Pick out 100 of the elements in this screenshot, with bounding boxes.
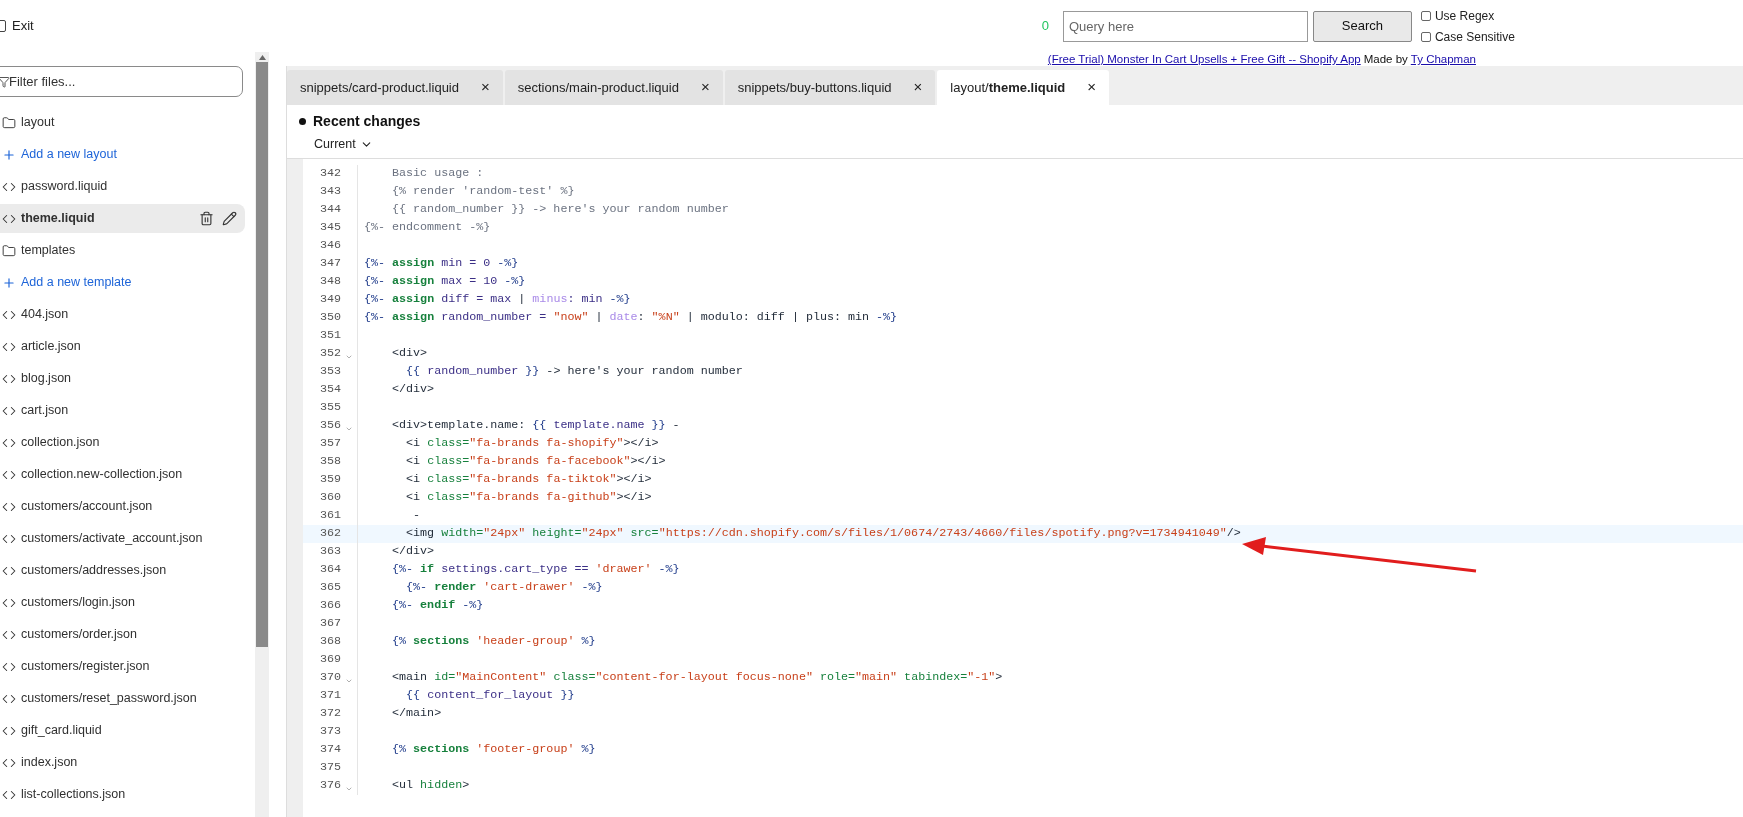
version-dropdown[interactable]: Current — [314, 135, 373, 154]
file-tree-item[interactable]: customers/reset_password.json — [0, 684, 245, 713]
query-field[interactable]: Query here — [1062, 10, 1308, 42]
filter-field[interactable]: Filter files... — [0, 66, 243, 97]
file-tree-item[interactable]: templates — [0, 236, 245, 265]
file-tree-item[interactable]: collection.new-collection.json — [0, 460, 245, 489]
close-tab-icon[interactable]: × — [1087, 76, 1096, 99]
file-tree-item[interactable]: layout — [0, 108, 245, 137]
editor-tab[interactable]: sections/main-product.liquid × — [504, 70, 723, 105]
file-tree-item[interactable]: customers/account.json — [0, 492, 245, 521]
code-line: {{ random_number }} -> here's your random number — [391, 201, 729, 219]
file-tree-item[interactable]: customers/login.json — [0, 588, 245, 617]
editor-tab[interactable]: snippets/card-product.liquid × — [287, 70, 503, 105]
line-number: 362 — [318, 525, 341, 543]
line-number: 369 — [318, 651, 341, 669]
line-number: 375 — [318, 759, 341, 777]
line-number: 349 — [318, 291, 341, 309]
line-number: 354 — [318, 381, 341, 399]
code-line: - — [412, 507, 421, 525]
close-tab-icon[interactable]: × — [481, 76, 490, 99]
line-number: 366 — [318, 597, 341, 615]
file-tree-item[interactable]: customers/register.json — [0, 652, 245, 681]
line-number: 360 — [318, 489, 341, 507]
file-tree-item[interactable]: Add a new layout — [0, 140, 245, 169]
line-number: 371 — [318, 687, 341, 705]
line-number: 355 — [318, 399, 341, 417]
code-line: </div> — [391, 381, 435, 399]
code-line: {%- assign random_number = "now" | date: "%N" | modulo: diff | plus: min -%} — [364, 309, 898, 327]
file-tree-item[interactable]: collection.json — [0, 428, 245, 457]
editor-tab[interactable]: layout/theme.liquid × — [937, 70, 1109, 105]
file-tree-item[interactable]: customers/addresses.json — [0, 556, 245, 585]
code-line: {%- if settings.cart_type == 'drawer' -%} — [391, 561, 680, 579]
line-number: 357 — [318, 435, 341, 453]
code-line: {%- render 'cart-drawer' -%} — [405, 579, 603, 597]
file-tree-item[interactable]: index.json — [0, 748, 245, 777]
code-line: {%- endcomment -%} — [364, 219, 491, 237]
file-tree-item[interactable]: theme.liquid — [0, 204, 245, 233]
file-tree-item[interactable]: 404.json — [0, 300, 245, 329]
line-number: 342 — [318, 165, 341, 183]
line-number: 352 — [318, 345, 341, 363]
file-tree-item[interactable]: password.liquid — [0, 172, 245, 201]
line-number: 350 — [318, 309, 341, 327]
line-number: 353 — [318, 363, 341, 381]
code-line: {%- assign min = 0 -%} — [364, 255, 519, 273]
line-number: 365 — [318, 579, 341, 597]
exit-control[interactable]: Exit — [0, 16, 34, 36]
close-tab-icon[interactable]: × — [700, 76, 710, 99]
file-tree-item[interactable]: gift_card.liquid — [0, 716, 245, 745]
pencil-icon[interactable] — [222, 211, 237, 226]
author-link[interactable]: Ty Chapman — [1410, 52, 1476, 66]
code-line: <i class="fa-brands fa-github"></i> — [405, 489, 652, 507]
line-number: 347 — [318, 255, 341, 273]
code-line: </main> — [391, 705, 442, 723]
search-button[interactable]: Search — [1312, 10, 1412, 42]
bullet-icon — [299, 118, 306, 125]
checkbox[interactable] — [1420, 31, 1431, 42]
code-line: {%- endif -%} — [391, 597, 484, 615]
checkbox[interactable] — [1420, 10, 1431, 21]
trash-icon[interactable] — [199, 211, 214, 226]
scroll-up-arrow-icon[interactable] — [258, 55, 266, 60]
code-line: <ul hidden> — [391, 777, 470, 795]
file-tree-item[interactable]: article.json — [0, 332, 245, 361]
line-number: 364 — [318, 561, 341, 579]
line-number: 373 — [318, 723, 341, 741]
line-number: 359 — [318, 471, 341, 489]
line-number: 367 — [318, 615, 341, 633]
line-number: 363 — [318, 543, 341, 561]
file-tree-item[interactable]: blog.json — [0, 364, 245, 393]
file-tree-item[interactable]: customers/activate_account.json — [0, 524, 245, 553]
code-line: {%- assign max = 10 -%} — [364, 273, 526, 291]
code-line: {% render 'random-test' %} — [391, 183, 575, 201]
plus-icon — [2, 275, 16, 290]
code-line: <i class="fa-brands fa-shopify"></i> — [405, 435, 659, 453]
line-number: 344 — [318, 201, 341, 219]
close-tab-icon[interactable]: × — [913, 76, 923, 99]
file-tree-item[interactable]: customers/order.json — [0, 620, 245, 649]
option-checkbox[interactable]: Use Regex — [1420, 6, 1515, 25]
app-link[interactable]: (Free Trial) Monster In Cart Upsells + Free Gift -- Shopify App — [1047, 52, 1361, 66]
file-tree-item[interactable]: cart.json — [0, 396, 245, 425]
code-line: <main id="MainContent" class="content-for-layout focus-none" role="main" tabindex="-1"> — [391, 669, 1003, 687]
line-number: 372 — [318, 705, 341, 723]
scrollbar-thumb[interactable] — [256, 62, 268, 647]
file-tree-item[interactable]: Add a new template — [0, 268, 245, 297]
file-tree-item[interactable]: list-collections.json — [0, 780, 245, 809]
editor-tab[interactable]: snippets/buy-buttons.liquid × — [724, 70, 936, 105]
code-line: {{ random_number }} -> here's your random number — [405, 363, 743, 381]
code-line: Basic usage : — [391, 165, 484, 183]
code-line: </div> — [391, 543, 435, 561]
code-line: <img width="24px" height="24px" src="https://cdn.shopify.com/s/files/1/0674/2743/4660/files/spotify.png?v=1734941049"/> — [405, 525, 1241, 543]
recent-changes-title: Recent changes — [313, 112, 421, 131]
code-line: <div>template.name: {{ template.name }} - — [391, 417, 680, 435]
code-line: {%- assign diff = max | minus: min -%} — [364, 291, 631, 309]
folder-icon — [2, 243, 16, 258]
code-line: <i class="fa-brands fa-facebook"></i> — [405, 453, 666, 471]
folder-icon — [2, 115, 16, 130]
option-checkbox[interactable]: Case Sensitive — [1420, 27, 1515, 46]
code-line: <i class="fa-brands fa-tiktok"></i> — [405, 471, 652, 489]
code-line: {% sections 'header-group' %} — [391, 633, 596, 651]
line-number: 374 — [318, 741, 341, 759]
line-number: 351 — [318, 327, 341, 345]
